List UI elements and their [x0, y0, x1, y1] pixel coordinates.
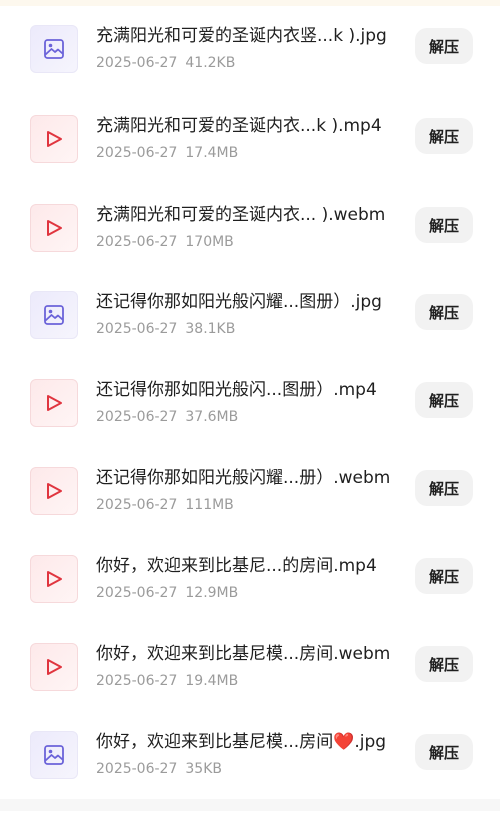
file-size: 38.1KB: [185, 321, 236, 337]
file-meta: 2025-06-27 111MB: [96, 496, 234, 514]
file-size: 17.4MB: [185, 145, 239, 161]
play-icon: [47, 571, 62, 587]
play-icon: [47, 395, 62, 411]
file-row[interactable]: 充满阳光和可爱的圣诞内衣...k ).mp4 2025-06-27 17.4MB …: [0, 115, 500, 203]
file-name: 还记得你那如阳光般闪耀...册）.webm: [96, 468, 391, 488]
file-date: 2025-06-27: [96, 761, 178, 777]
file-row[interactable]: 你好，欢迎来到比基尼模...房间.webm 2025-06-27 19.4MB 解…: [0, 643, 500, 731]
file-meta: 2025-06-27 41.2KB: [96, 54, 235, 72]
file-date: 2025-06-27: [96, 321, 178, 337]
extract-button[interactable]: 解压: [415, 646, 473, 682]
file-size: 12.9MB: [185, 585, 239, 601]
file-meta: 2025-06-27 38.1KB: [96, 320, 235, 338]
video-thumbnail: [30, 467, 78, 515]
image-thumbnail: [30, 25, 78, 73]
file-name: 还记得你那如阳光般闪耀...图册）.jpg: [96, 292, 382, 312]
image-thumbnail: [30, 291, 78, 339]
video-thumbnail: [30, 555, 78, 603]
file-meta: 2025-06-27 17.4MB: [96, 144, 238, 162]
file-name: 你好，欢迎来到比基尼模...房间❤️.jpg: [96, 732, 387, 752]
file-meta: 2025-06-27 12.9MB: [96, 584, 238, 602]
play-icon: [47, 659, 62, 675]
extract-button[interactable]: 解压: [415, 382, 473, 418]
file-size: 19.4MB: [185, 673, 239, 689]
file-date: 2025-06-27: [96, 409, 178, 425]
video-thumbnail: [30, 204, 78, 252]
file-name: 你好，欢迎来到比基尼...的房间.mp4: [96, 556, 377, 576]
video-thumbnail: [30, 643, 78, 691]
file-name: 你好，欢迎来到比基尼模...房间.webm: [96, 644, 391, 664]
file-meta: 2025-06-27 35KB: [96, 760, 222, 778]
file-date: 2025-06-27: [96, 585, 178, 601]
play-icon: [47, 483, 62, 499]
file-meta: 2025-06-27 37.6MB: [96, 408, 238, 426]
image-icon: [44, 305, 64, 325]
video-thumbnail: [30, 115, 78, 163]
bottom-strip: [0, 799, 500, 811]
top-strip: [0, 0, 500, 6]
file-date: 2025-06-27: [96, 55, 178, 71]
file-row[interactable]: 充满阳光和可爱的圣诞内衣... ).webm 2025-06-27 170MB 解…: [0, 204, 500, 292]
image-icon: [44, 745, 64, 765]
file-name: 充满阳光和可爱的圣诞内衣...k ).mp4: [96, 116, 382, 136]
file-date: 2025-06-27: [96, 497, 178, 513]
file-date: 2025-06-27: [96, 673, 178, 689]
file-meta: 2025-06-27 19.4MB: [96, 672, 238, 690]
extract-button[interactable]: 解压: [415, 558, 473, 594]
file-name: 充满阳光和可爱的圣诞内衣竖...k ).jpg: [96, 26, 387, 46]
extract-button[interactable]: 解压: [415, 470, 473, 506]
file-row[interactable]: 还记得你那如阳光般闪...图册）.mp4 2025-06-27 37.6MB 解压: [0, 379, 500, 467]
image-icon: [44, 39, 64, 59]
file-name: 还记得你那如阳光般闪...图册）.mp4: [96, 380, 377, 400]
file-size: 111MB: [185, 497, 234, 513]
play-icon: [47, 220, 62, 236]
file-row[interactable]: 还记得你那如阳光般闪耀...图册）.jpg 2025-06-27 38.1KB 解…: [0, 291, 500, 379]
play-icon: [47, 131, 62, 147]
file-row[interactable]: 充满阳光和可爱的圣诞内衣竖...k ).jpg 2025-06-27 41.2KB…: [0, 25, 500, 113]
file-size: 35KB: [185, 761, 222, 777]
file-size: 41.2KB: [185, 55, 236, 71]
file-size: 37.6MB: [185, 409, 239, 425]
file-date: 2025-06-27: [96, 145, 178, 161]
file-size: 170MB: [185, 234, 234, 250]
extract-button[interactable]: 解压: [415, 118, 473, 154]
extract-button[interactable]: 解压: [415, 28, 473, 64]
extract-button[interactable]: 解压: [415, 207, 473, 243]
extract-button[interactable]: 解压: [415, 294, 473, 330]
file-row[interactable]: 你好，欢迎来到比基尼...的房间.mp4 2025-06-27 12.9MB 解压: [0, 555, 500, 643]
file-name: 充满阳光和可爱的圣诞内衣... ).webm: [96, 205, 386, 225]
file-date: 2025-06-27: [96, 234, 178, 250]
file-row[interactable]: 还记得你那如阳光般闪耀...册）.webm 2025-06-27 111MB 解压: [0, 467, 500, 555]
file-meta: 2025-06-27 170MB: [96, 233, 234, 251]
video-thumbnail: [30, 379, 78, 427]
extract-button[interactable]: 解压: [415, 734, 473, 770]
image-thumbnail: [30, 731, 78, 779]
